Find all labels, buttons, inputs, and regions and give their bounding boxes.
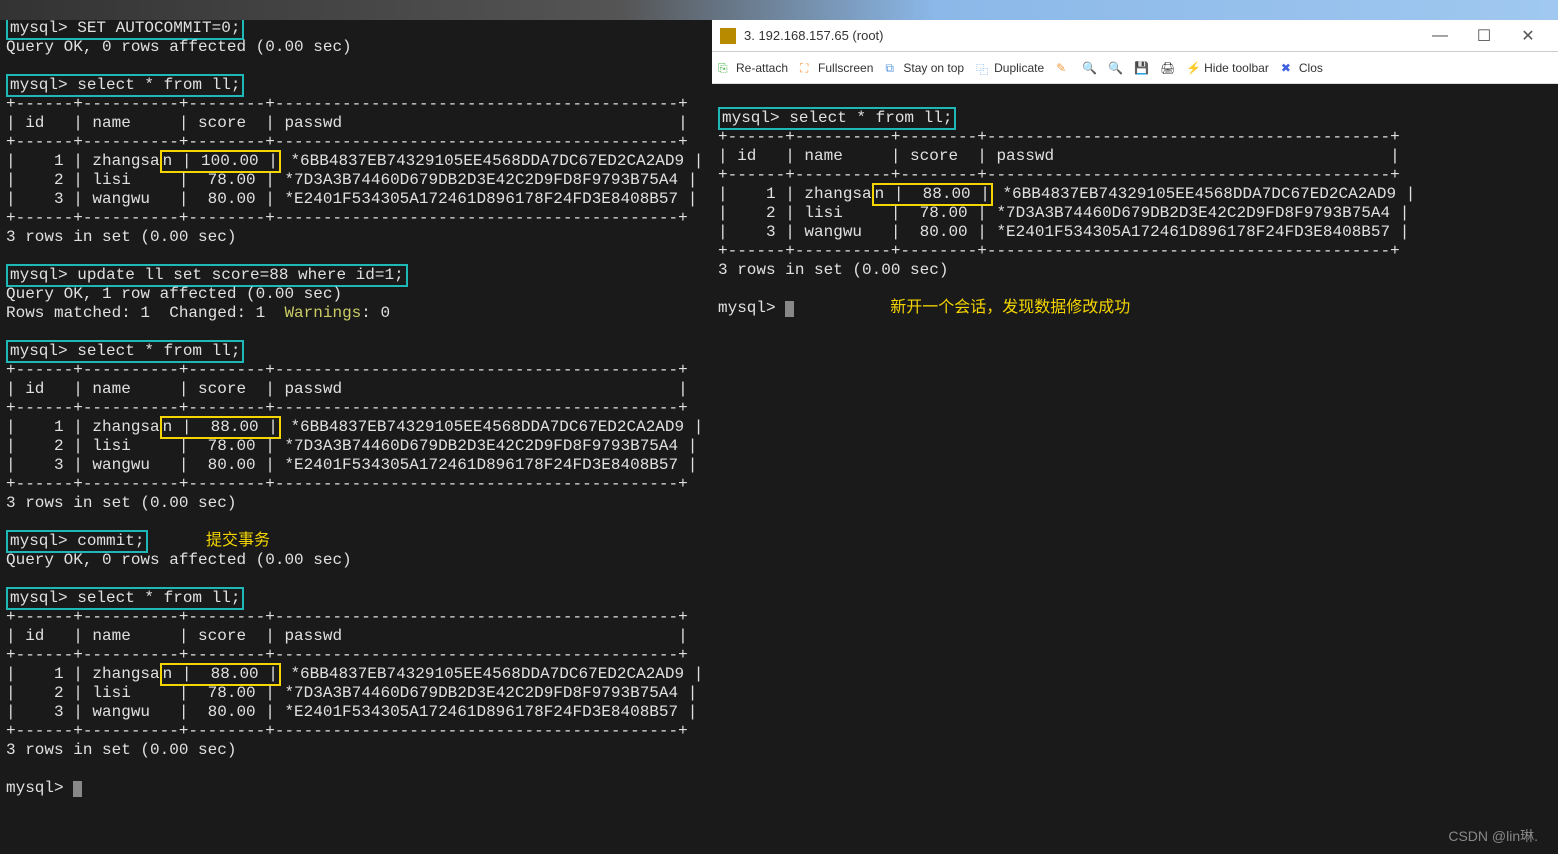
titlebar[interactable]: 3. 192.168.157.65 (root) — ☐ ✕ (712, 20, 1558, 52)
right-window: 3. 192.168.157.65 (root) — ☐ ✕ ⎘Re-attac… (712, 20, 1558, 854)
t3-header: | id | name | score | passwd | (6, 627, 688, 645)
pin-icon: ⧉ (885, 61, 899, 75)
reattach-icon: ⎘ (718, 61, 732, 75)
r-rows-in-set: 3 rows in set (0.00 sec) (718, 261, 948, 279)
r-header: | id | name | score | passwd | (718, 147, 1400, 165)
print-icon: 🖨 (1160, 61, 1174, 75)
r-border-mid: +------+----------+--------+------------… (718, 166, 1400, 184)
close-button[interactable]: ✕ (1506, 26, 1550, 46)
cmd-select3: mysql> select * from ll; (6, 587, 244, 610)
r-row1-post: *6BB4837EB74329105EE4568DDA7DC67ED2CA2AD… (993, 185, 1415, 203)
zoom-in-icon: 🔍 (1082, 61, 1096, 75)
t2-border-mid: +------+----------+--------+------------… (6, 399, 688, 417)
hide-toolbar-button[interactable]: ⚡Hide toolbar (1186, 61, 1269, 75)
t3-border-bot: +------+----------+--------+------------… (6, 722, 688, 740)
edit-button[interactable]: ✎ (1056, 61, 1070, 75)
cmd-update: mysql> update ll set score=88 where id=1… (6, 264, 408, 287)
annot-commit: 提交事务 (206, 532, 270, 550)
t2-row1-pre: | 1 | zhangsa (6, 418, 160, 436)
resp-update2c: : 0 (361, 304, 390, 322)
t3-row1-post: *6BB4837EB74329105EE4568DDA7DC67ED2CA2AD… (281, 665, 703, 683)
r-border-top: +------+----------+--------+------------… (718, 128, 1400, 146)
cmd-autocommit: mysql> SET AUTOCOMMIT=0; (6, 17, 244, 40)
t1-border-bot: +------+----------+--------+------------… (6, 209, 688, 227)
t3-border-mid: +------+----------+--------+------------… (6, 646, 688, 664)
cmd-select2: mysql> select * from ll; (6, 340, 244, 363)
close-session-button[interactable]: ✖Clos (1281, 61, 1323, 75)
r-prompt-final[interactable]: mysql> (718, 299, 785, 317)
t3-rows-in-set: 3 rows in set (0.00 sec) (6, 741, 236, 759)
zoom-out-button[interactable]: 🔍 (1108, 61, 1122, 75)
t1-row3: | 3 | wangwu | 80.00 | *E2401F534305A172… (6, 190, 697, 208)
print-button[interactable]: 🖨 (1160, 61, 1174, 75)
t3-row1-highlight: n | 88.00 | (160, 663, 281, 686)
r-row1-pre: | 1 | zhangsa (718, 185, 872, 203)
t1-row1-post: *6BB4837EB74329105EE4568DDA7DC67ED2CA2AD… (281, 152, 703, 170)
resp-update1: Query OK, 1 row affected (0.00 sec) (6, 285, 342, 303)
zoom-in-button[interactable]: 🔍 (1082, 61, 1096, 75)
window-title: 3. 192.168.157.65 (root) (744, 28, 1418, 43)
maximize-button[interactable]: ☐ (1462, 26, 1506, 46)
left-prompt-final[interactable]: mysql> (6, 779, 73, 797)
left-terminal[interactable]: mysql> SET AUTOCOMMIT=0; Query OK, 0 row… (0, 0, 712, 854)
t1-row1-pre: | 1 | zhangsa (6, 152, 160, 170)
fullscreen-button[interactable]: ⛶Fullscreen (800, 61, 873, 75)
stayontop-button[interactable]: ⧉Stay on top (885, 61, 964, 75)
edit-icon: ✎ (1056, 61, 1070, 75)
duplicate-button[interactable]: ⿻Duplicate (976, 61, 1044, 75)
t2-border-top: +------+----------+--------+------------… (6, 361, 688, 379)
t2-row2: | 2 | lisi | 78.00 | *7D3A3B74460D679DB2… (6, 437, 697, 455)
t1-header: | id | name | score | passwd | (6, 114, 688, 132)
r-row3: | 3 | wangwu | 80.00 | *E2401F534305A172… (718, 223, 1409, 241)
zoom-out-icon: 🔍 (1108, 61, 1122, 75)
t1-border-mid: +------+----------+--------+------------… (6, 133, 688, 151)
t2-header: | id | name | score | passwd | (6, 380, 688, 398)
right-terminal[interactable]: mysql> select * from ll; +------+-------… (712, 84, 1558, 343)
resp-update-warnings: Warnings (284, 304, 361, 322)
app-icon (720, 28, 736, 44)
t3-row1-pre: | 1 | zhangsa (6, 665, 160, 683)
watermark: CSDN @lin琳. (1448, 826, 1538, 846)
r-cursor (785, 301, 794, 317)
cmd-commit: mysql> commit; (6, 530, 148, 553)
minimize-button[interactable]: — (1418, 27, 1462, 45)
t3-border-top: +------+----------+--------+------------… (6, 608, 688, 626)
t1-row1-highlight: n | 100.00 | (160, 150, 281, 173)
r-annotation: 新开一个会话，发现数据修改成功 (890, 299, 1130, 317)
r-row2: | 2 | lisi | 78.00 | *7D3A3B74460D679DB2… (718, 204, 1409, 222)
t3-row3: | 3 | wangwu | 80.00 | *E2401F534305A172… (6, 703, 697, 721)
reattach-button[interactable]: ⎘Re-attach (718, 61, 788, 75)
save-button[interactable]: 💾 (1134, 61, 1148, 75)
t1-row2: | 2 | lisi | 78.00 | *7D3A3B74460D679DB2… (6, 171, 697, 189)
t3-row2: | 2 | lisi | 78.00 | *7D3A3B74460D679DB2… (6, 684, 697, 702)
resp-commit: Query OK, 0 rows affected (0.00 sec) (6, 551, 352, 569)
t1-rows-in-set: 3 rows in set (0.00 sec) (6, 228, 236, 246)
toolbar: ⎘Re-attach ⛶Fullscreen ⧉Stay on top ⿻Dup… (712, 52, 1558, 84)
lightning-icon: ⚡ (1186, 61, 1200, 75)
cmd-select1: mysql> select * from ll; (6, 74, 244, 97)
save-icon: 💾 (1134, 61, 1148, 75)
t2-row3: | 3 | wangwu | 80.00 | *E2401F534305A172… (6, 456, 697, 474)
resp-autocommit: Query OK, 0 rows affected (0.00 sec) (6, 38, 352, 56)
duplicate-icon: ⿻ (976, 61, 990, 75)
close-session-icon: ✖ (1281, 61, 1295, 75)
t1-border-top: +------+----------+--------+------------… (6, 95, 688, 113)
resp-update2a: Rows matched: 1 Changed: 1 (6, 304, 284, 322)
t2-rows-in-set: 3 rows in set (0.00 sec) (6, 494, 236, 512)
top-gradient-bar (0, 0, 1558, 20)
r-cmd-select: mysql> select * from ll; (718, 107, 956, 130)
t2-row1-post: *6BB4837EB74329105EE4568DDA7DC67ED2CA2AD… (281, 418, 703, 436)
fullscreen-icon: ⛶ (800, 61, 814, 75)
t2-row1-highlight: n | 88.00 | (160, 416, 281, 439)
r-border-bot: +------+----------+--------+------------… (718, 242, 1400, 260)
left-cursor (73, 781, 82, 797)
r-row1-highlight: n | 88.00 | (872, 183, 993, 206)
t2-border-bot: +------+----------+--------+------------… (6, 475, 688, 493)
